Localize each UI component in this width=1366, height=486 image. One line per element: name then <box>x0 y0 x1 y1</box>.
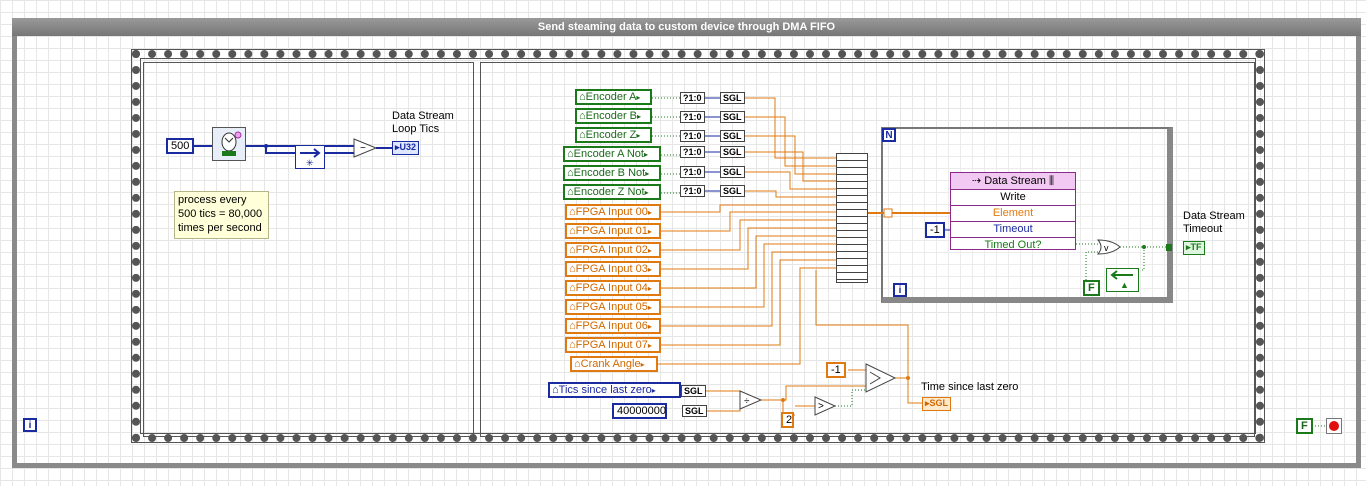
bool-to-int-node[interactable]: ?1:0 <box>680 111 705 123</box>
time-since-last-zero-label: Time since last zero <box>921 381 1019 393</box>
fpga-input-01-control[interactable]: ⌂FPGA Input 01▸ <box>565 223 661 239</box>
to-sgl-node[interactable]: SGL <box>720 166 745 178</box>
home-icon: ⌂ <box>569 263 576 275</box>
loop-condition-terminal[interactable] <box>1326 418 1342 434</box>
fifo-method: Write <box>951 190 1075 206</box>
fpga-input-04-control[interactable]: ⌂FPGA Input 04▸ <box>565 280 661 296</box>
encoder-a-control[interactable]: ⌂Encoder A▸ <box>575 89 652 105</box>
to-sgl-node[interactable]: SGL <box>681 385 706 397</box>
feedback-shift-register[interactable]: ▲ <box>1106 268 1139 292</box>
home-icon: ⌂ <box>569 320 576 332</box>
stop-wire <box>1312 425 1326 427</box>
to-sgl-node[interactable]: SGL <box>720 111 745 123</box>
false-constant[interactable]: F <box>1083 280 1100 296</box>
fpga-input-00-control[interactable]: ⌂FPGA Input 00▸ <box>565 204 661 220</box>
home-icon: ⌂ <box>552 384 559 396</box>
fifo-timeout-terminal[interactable]: Timeout <box>951 222 1075 238</box>
constant-neg1[interactable]: -1 <box>826 362 846 378</box>
home-icon: ⌂ <box>569 244 576 256</box>
stop-icon <box>1329 421 1339 431</box>
home-icon: ⌂ <box>569 225 576 237</box>
tick-count-glyph <box>221 131 242 156</box>
fpga-input-05-control[interactable]: ⌂FPGA Input 05▸ <box>565 299 661 315</box>
to-sgl-node[interactable]: SGL <box>720 146 745 158</box>
fifo-buffer-icon: ⫼ <box>1049 175 1055 187</box>
bool-to-int-node[interactable]: ?1:0 <box>680 130 705 142</box>
tics-since-last-zero-control[interactable]: ⌂Tics since last zero▸ <box>548 382 681 398</box>
fifo-element-terminal[interactable]: Element <box>951 206 1075 222</box>
tick-count-icon[interactable] <box>212 127 246 161</box>
svg-text:▲: ▲ <box>1120 280 1129 290</box>
home-icon: ⌂ <box>569 282 576 294</box>
loop-tics-label: Data Stream Loop Tics <box>392 110 454 135</box>
fpga-input-06-control[interactable]: ⌂FPGA Input 06▸ <box>565 318 661 334</box>
home-icon: ⌂ <box>569 301 576 313</box>
build-array-node[interactable] <box>836 153 868 283</box>
crank-angle-control[interactable]: ⌂Crank Angle▸ <box>570 356 658 372</box>
fifo-timed-out-terminal[interactable]: Timed Out? <box>951 238 1075 253</box>
encoder-b-control[interactable]: ⌂Encoder B▸ <box>575 108 652 124</box>
arrow-left-icon: ▲ <box>1110 270 1133 290</box>
while-loop-title: Send steaming data to custom device thro… <box>12 18 1361 36</box>
home-icon: ⌂ <box>569 206 576 218</box>
constant-40000000[interactable]: 40000000 <box>612 403 667 419</box>
fifo-header: ⇢ Data Stream ⫼ <box>951 173 1075 190</box>
home-icon: ⌂ <box>579 91 586 103</box>
stop-false-constant[interactable]: F <box>1296 418 1313 434</box>
encoder-b-not-control[interactable]: ⌂Encoder B Not▸ <box>563 165 661 181</box>
to-sgl-node[interactable]: SGL <box>682 405 707 417</box>
fpga-input-03-control[interactable]: ⌂FPGA Input 03▸ <box>565 261 661 277</box>
home-icon: ⌂ <box>567 148 574 160</box>
fpga-input-07-control[interactable]: ⌂FPGA Input 07▸ <box>565 337 661 353</box>
time-since-last-zero-indicator[interactable]: ▸SGL <box>922 397 952 411</box>
bool-to-int-node[interactable]: ?1:0 <box>680 92 705 104</box>
encoder-z-not-control[interactable]: ⌂Encoder Z Not▸ <box>563 184 661 200</box>
fpga-input-02-control[interactable]: ⌂FPGA Input 02▸ <box>565 242 661 258</box>
data-stream-timeout-indicator[interactable]: ▸TF <box>1183 241 1205 255</box>
shift-register-node[interactable]: ✳ <box>295 145 325 169</box>
bool-to-int-node[interactable]: ?1:0 <box>680 185 705 197</box>
to-sgl-node[interactable]: SGL <box>720 185 745 197</box>
loop-tics-indicator[interactable]: ▸U32 <box>392 141 420 155</box>
for-loop-count-terminal: N <box>882 128 896 142</box>
constant-500[interactable]: 500 <box>166 138 195 154</box>
home-icon: ⌂ <box>574 358 581 370</box>
home-icon: ⌂ <box>569 339 576 351</box>
home-icon: ⌂ <box>567 186 574 198</box>
for-loop-iteration-terminal: i <box>893 283 907 297</box>
dma-fifo-write-node[interactable]: ⇢ Data Stream ⫼ Write Element Timeout Ti… <box>950 172 1076 253</box>
while-loop-iteration-terminal: i <box>23 418 37 432</box>
home-icon: ⌂ <box>579 129 586 141</box>
comment-note: process every 500 tics = 80,000 times pe… <box>174 191 269 239</box>
bool-to-int-node[interactable]: ?1:0 <box>680 166 705 178</box>
svg-text:✳: ✳ <box>306 158 314 168</box>
bool-to-int-node[interactable]: ?1:0 <box>680 146 705 158</box>
home-icon: ⌂ <box>567 167 574 179</box>
fifo-icon: ⇢ <box>971 175 982 187</box>
encoder-a-not-control[interactable]: ⌂Encoder A Not▸ <box>563 146 661 162</box>
fifo-timeout-constant[interactable]: -1 <box>925 222 945 238</box>
constant-2[interactable]: 2 <box>781 412 794 428</box>
to-sgl-node[interactable]: SGL <box>720 130 745 142</box>
arrow-right-icon: ✳ <box>300 148 321 168</box>
encoder-z-control[interactable]: ⌂Encoder Z▸ <box>575 127 652 143</box>
home-icon: ⌂ <box>579 110 586 122</box>
data-stream-timeout-label: Data Stream Timeout <box>1183 210 1245 235</box>
to-sgl-node[interactable]: SGL <box>720 92 745 104</box>
